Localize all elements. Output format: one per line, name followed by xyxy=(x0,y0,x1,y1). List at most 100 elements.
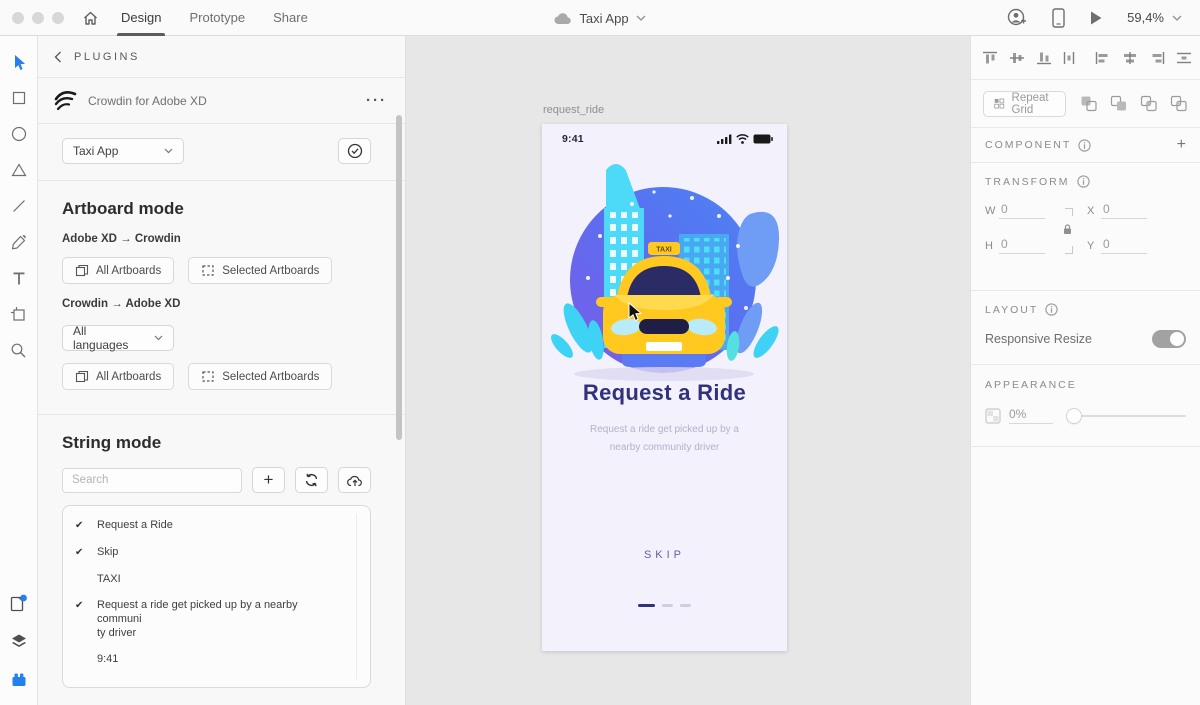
text-tool-icon[interactable] xyxy=(7,266,31,290)
rectangle-tool-icon[interactable] xyxy=(7,86,31,110)
repeat-grid-button[interactable]: Repeat Grid xyxy=(983,90,1066,117)
add-string-button[interactable]: + xyxy=(252,467,285,493)
artboard-tool-icon[interactable] xyxy=(7,302,31,326)
y-input[interactable] xyxy=(1101,237,1147,254)
zoom-control[interactable]: 59,4% xyxy=(1127,10,1182,25)
string-row[interactable]: ✔ Request a ride get picked up by a near… xyxy=(63,592,370,646)
skip-button[interactable]: SKIP xyxy=(542,549,787,561)
play-preview-icon[interactable] xyxy=(1089,10,1103,26)
pen-tool-icon[interactable] xyxy=(7,230,31,254)
opacity-icon xyxy=(985,407,1001,424)
zoom-chevron-icon[interactable] xyxy=(1172,15,1182,21)
boolean-exclude-icon[interactable] xyxy=(1170,95,1188,112)
distribute-vertical-icon[interactable] xyxy=(1062,50,1076,66)
tab-prototype[interactable]: Prototype xyxy=(189,0,245,36)
battery-icon xyxy=(753,134,773,144)
assets-panel-icon[interactable] xyxy=(7,591,31,615)
string-row[interactable]: TAXI xyxy=(63,566,370,592)
select-tool-icon[interactable] xyxy=(7,50,31,74)
document-menu-chevron-icon[interactable] xyxy=(636,15,646,21)
boolean-intersect-icon[interactable] xyxy=(1140,95,1158,112)
tab-share[interactable]: Share xyxy=(273,0,308,36)
ellipse-tool-icon[interactable] xyxy=(7,122,31,146)
window-controls[interactable] xyxy=(12,11,64,24)
polygon-tool-icon[interactable] xyxy=(7,158,31,182)
boolean-add-icon[interactable] xyxy=(1080,95,1098,112)
info-icon[interactable] xyxy=(1078,138,1091,152)
artboard-request-ride[interactable]: 9:41 TAXI Request a Ride Request a ride … xyxy=(542,124,787,651)
width-input[interactable] xyxy=(999,202,1045,219)
transform-section: TRANSFORM W X H Y xyxy=(971,163,1200,291)
artboard-mode-title: Artboard mode xyxy=(62,199,184,218)
add-component-button[interactable]: + xyxy=(1177,136,1186,154)
document-title[interactable]: Taxi App xyxy=(579,11,628,26)
height-input[interactable] xyxy=(999,237,1045,254)
settings-check-button[interactable] xyxy=(338,138,371,164)
languages-select[interactable]: All languages xyxy=(62,324,174,352)
string-row[interactable]: 9:41 xyxy=(63,646,370,672)
upload-strings-button[interactable] xyxy=(338,467,371,493)
canvas[interactable]: request_ride 9:41 TAXI Request a Ride Re… xyxy=(407,36,970,705)
crowdin-logo-icon xyxy=(54,90,77,110)
close-window-icon[interactable] xyxy=(12,11,24,24)
info-icon[interactable] xyxy=(1076,175,1090,188)
x-input[interactable] xyxy=(1101,202,1147,219)
selected-artboards-button-download[interactable]: Selected Artboards xyxy=(188,363,333,390)
alignment-toolbar xyxy=(971,36,1200,80)
opacity-value[interactable]: 0% xyxy=(1009,407,1053,424)
string-row[interactable]: ✔ Request a Ride xyxy=(63,512,370,539)
string-checkmark-icon xyxy=(75,572,97,586)
plugin-overflow-menu[interactable]: ··· xyxy=(366,92,387,109)
plugins-panel-icon[interactable] xyxy=(7,667,31,691)
distribute-horizontal-icon[interactable] xyxy=(1175,51,1193,65)
align-right-icon[interactable] xyxy=(1148,50,1166,66)
component-section: COMPONENT + xyxy=(971,128,1200,163)
align-bottom-icon[interactable] xyxy=(1035,50,1053,66)
responsive-resize-label: Responsive Resize xyxy=(985,332,1092,346)
zoom-level[interactable]: 59,4% xyxy=(1127,10,1164,25)
appearance-section: APPEARANCE 0% xyxy=(971,365,1200,447)
sync-strings-button[interactable] xyxy=(295,467,328,493)
all-artboards-button[interactable]: All Artboards xyxy=(62,257,175,284)
repeat-grid-label: Repeat Grid xyxy=(1011,91,1049,116)
home-icon[interactable] xyxy=(82,10,99,26)
plugin-title-row: Crowdin for Adobe XD ··· xyxy=(38,78,405,124)
artboard-label[interactable]: request_ride xyxy=(543,104,604,116)
boolean-subtract-icon[interactable] xyxy=(1110,95,1128,112)
transform-label: TRANSFORM xyxy=(985,175,1070,188)
align-vertical-center-icon[interactable] xyxy=(1008,50,1026,66)
tab-design[interactable]: Design xyxy=(116,0,166,36)
refresh-icon xyxy=(305,473,318,487)
panel-scrollbar[interactable] xyxy=(396,115,402,440)
string-list[interactable]: ✔ Request a Ride ✔ Skip TAXI ✔ Request a… xyxy=(62,505,371,688)
align-horizontal-center-icon[interactable] xyxy=(1121,50,1139,66)
repeat-grid-icon xyxy=(994,98,1005,109)
line-tool-icon[interactable] xyxy=(7,194,31,218)
opacity-slider-knob[interactable] xyxy=(1067,408,1081,423)
info-icon[interactable] xyxy=(1045,303,1058,316)
string-checkmark-icon: ✔ xyxy=(75,520,84,531)
project-select[interactable]: Taxi App xyxy=(62,138,184,164)
cloud-upload-icon xyxy=(346,475,362,486)
back-chevron-icon[interactable] xyxy=(54,51,62,63)
invite-user-icon[interactable] xyxy=(1006,8,1028,28)
page-indicator xyxy=(542,604,787,607)
opacity-slider[interactable] xyxy=(1067,408,1186,423)
artboards-stack-icon xyxy=(75,264,89,277)
zoom-tool-icon[interactable] xyxy=(7,338,31,362)
maximize-window-icon[interactable] xyxy=(52,11,64,24)
string-mode-title: String mode xyxy=(62,433,162,452)
cellular-signal-icon xyxy=(717,134,732,144)
responsive-resize-toggle[interactable] xyxy=(1152,330,1186,348)
minimize-window-icon[interactable] xyxy=(32,11,44,24)
align-top-icon[interactable] xyxy=(981,50,999,66)
all-artboards-button-download[interactable]: All Artboards xyxy=(62,363,175,390)
string-row[interactable]: ✔ Skip xyxy=(63,539,370,566)
y-label: Y xyxy=(1087,239,1095,252)
layers-panel-icon[interactable] xyxy=(7,629,31,653)
align-left-icon[interactable] xyxy=(1094,50,1112,66)
selected-artboards-button[interactable]: Selected Artboards xyxy=(188,257,333,284)
lock-aspect-icon[interactable] xyxy=(1063,224,1072,235)
search-input[interactable] xyxy=(62,467,242,493)
device-preview-icon[interactable] xyxy=(1052,7,1065,28)
